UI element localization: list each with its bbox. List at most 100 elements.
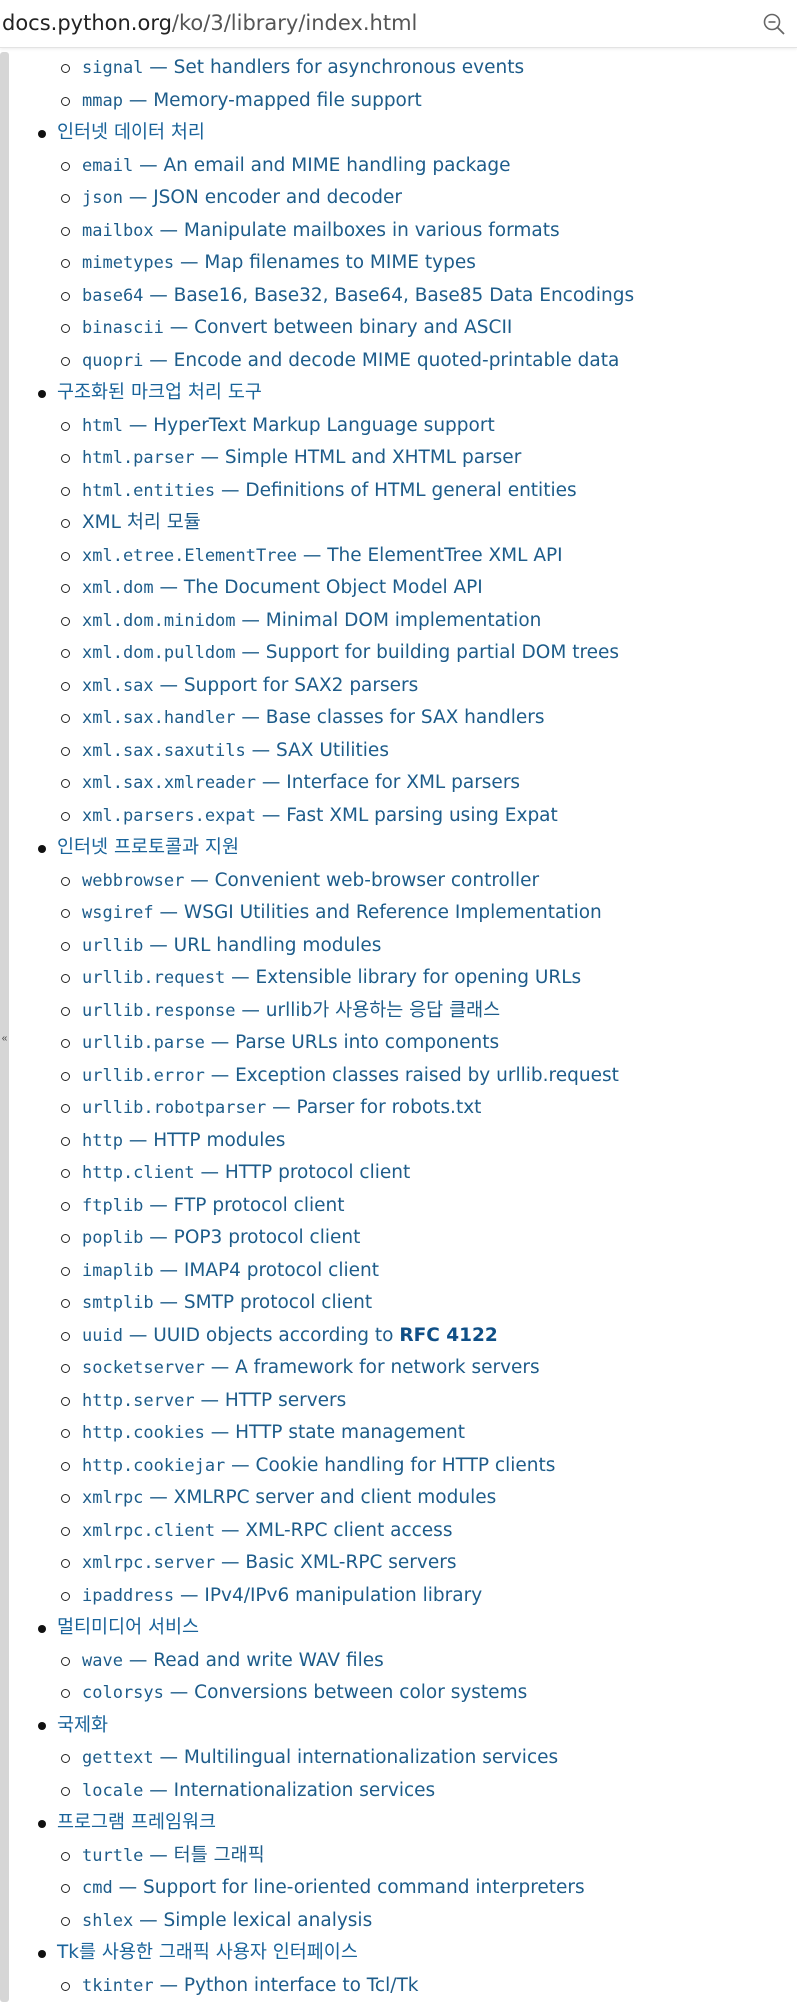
module-link[interactable]: wsgiref — WSGI Utilities and Reference I… (82, 902, 602, 923)
module-item: quopri — Encode and decode MIME quoted-p… (0, 345, 797, 378)
module-link[interactable]: html — HyperText Markup Language support (82, 415, 495, 436)
module-link[interactable]: base64 — Base16, Base32, Base64, Base85 … (82, 285, 634, 306)
module-description: — The ElementTree XML API (296, 544, 563, 566)
module-link[interactable]: XML 처리 모듈 (82, 512, 201, 533)
module-name: xml.etree.ElementTree (82, 545, 297, 566)
module-link[interactable]: poplib — POP3 protocol client (82, 1227, 360, 1248)
module-description: — Extensible library for opening URLs (225, 967, 582, 988)
module-link[interactable]: urllib.parse — Parse URLs into component… (82, 1032, 499, 1053)
module-description: — Parse URLs into components (204, 1032, 500, 1053)
module-link[interactable]: smtplib — SMTP protocol client (82, 1292, 372, 1313)
module-name: html.entities (82, 480, 216, 501)
module-link[interactable]: gettext — Multilingual internationalizat… (82, 1747, 558, 1768)
circle-bullet-icon (61, 909, 70, 918)
category-link[interactable]: 국제화 (57, 1715, 108, 1736)
category-link[interactable]: 인터넷 프로토콜과 지원 (57, 837, 239, 858)
module-link[interactable]: xml.etree.ElementTree — The ElementTree … (82, 545, 563, 566)
circle-bullet-icon (61, 941, 70, 951)
module-name: xml.dom (82, 578, 154, 598)
module-description: — The Document Object Model API (153, 577, 483, 598)
module-link[interactable]: mailbox — Manipulate mailboxes in variou… (82, 220, 560, 241)
address-bar[interactable]: docs.python.org/ko/3/library/index.html (0, 0, 797, 48)
module-description: — Interface for XML parsers (256, 772, 521, 793)
module-item: uuid — UUID objects according to RFC 412… (0, 1320, 797, 1353)
module-link[interactable]: imaplib — IMAP4 protocol client (82, 1260, 379, 1281)
module-link[interactable]: colorsys — Conversions between color sys… (82, 1682, 527, 1703)
module-link[interactable]: html.parser — Simple HTML and XHTML pars… (82, 447, 521, 468)
module-link[interactable]: http.server — HTTP servers (82, 1390, 346, 1411)
category-link[interactable]: 구조화된 마크업 처리 도구 (57, 382, 262, 403)
module-link[interactable]: urllib.error — Exception classes raised … (82, 1065, 619, 1086)
module-link[interactable]: quopri — Encode and decode MIME quoted-p… (82, 350, 619, 371)
module-link[interactable]: json — JSON encoder and decoder (82, 187, 402, 208)
module-link[interactable]: webbrowser — Convenient web-browser cont… (82, 870, 539, 891)
module-link[interactable]: cmd — Support for line-oriented command … (82, 1877, 585, 1898)
module-name: poplib (82, 1228, 144, 1248)
module-link[interactable]: xml.sax.xmlreader — Interface for XML pa… (82, 772, 520, 793)
category-link[interactable]: 인터넷 데이터 처리 (57, 122, 205, 143)
module-item: cmd — Support for line-oriented command … (0, 1872, 797, 1905)
module-link[interactable]: http — HTTP modules (82, 1130, 285, 1151)
toc-section: Tk를 사용한 그래픽 사용자 인터페이스 tkinter — Python in… (0, 1937, 797, 2002)
category-link[interactable]: Tk를 사용한 그래픽 사용자 인터페이스 (57, 1942, 358, 1963)
module-link[interactable]: xmlrpc.client — XML-RPC client access (82, 1520, 452, 1541)
module-link[interactable]: ipaddress — IPv4/IPv6 manipulation libra… (82, 1585, 482, 1606)
module-link[interactable]: urllib — URL handling modules (82, 935, 381, 956)
module-item: http.cookies — HTTP state management (0, 1417, 797, 1450)
module-link[interactable]: mimetypes — Map filenames to MIME types (82, 252, 476, 273)
module-link[interactable]: mmap — Memory-mapped file support (82, 90, 422, 111)
zoom-out-icon[interactable] (761, 11, 787, 37)
module-item: gettext — Multilingual internationalizat… (0, 1742, 797, 1775)
module-description: — HTTP protocol client (194, 1162, 411, 1183)
module-link[interactable]: xml.dom — The Document Object Model API (82, 577, 483, 598)
module-link[interactable]: urllib.response — urllib가 사용하는 응답 클래스 (82, 1000, 500, 1021)
module-link[interactable]: locale — Internationalization services (82, 1780, 435, 1801)
url-text[interactable]: docs.python.org/ko/3/library/index.html (2, 11, 417, 35)
module-link[interactable]: xml.sax.handler — Base classes for SAX h… (82, 707, 544, 728)
module-name: mmap (82, 90, 123, 111)
module-link[interactable]: ftplib — FTP protocol client (82, 1195, 345, 1216)
module-item: html — HyperText Markup Language support (0, 410, 797, 443)
module-item: xml.dom.minidom — Minimal DOM implementa… (0, 605, 797, 638)
module-item: http.cookiejar — Cookie handling for HTT… (0, 1450, 797, 1483)
library-toc: signal — Set handlers for asynchronous e… (0, 52, 797, 2002)
module-link[interactable]: xml.dom.pulldom — Support for building p… (82, 642, 619, 663)
module-link[interactable]: http.cookiejar — Cookie handling for HTT… (82, 1455, 555, 1476)
module-name: webbrowser (82, 870, 185, 891)
module-name: xmlrpc.client (82, 1520, 216, 1541)
module-link[interactable]: wave — Read and write WAV files (82, 1650, 384, 1671)
circle-bullet-icon (61, 1071, 70, 1081)
module-link[interactable]: http.cookies — HTTP state management (82, 1422, 465, 1443)
module-link[interactable]: xml.sax.saxutils — SAX Utilities (82, 740, 389, 761)
toc-section: 구조화된 마크업 처리 도구 html — HyperText Markup La… (0, 377, 797, 832)
module-link[interactable]: xmlrpc.server — Basic XML-RPC servers (82, 1552, 456, 1573)
module-link[interactable]: urllib.robotparser — Parser for robots.t… (82, 1097, 481, 1118)
module-link[interactable]: xml.sax — Support for SAX2 parsers (82, 675, 418, 696)
module-link[interactable]: urllib.request — Extensible library for … (82, 967, 581, 988)
circle-bullet-icon (61, 486, 70, 496)
module-description: — Base classes for SAX handlers (235, 707, 545, 728)
module-link[interactable]: shlex — Simple lexical analysis (82, 1910, 372, 1931)
category-link[interactable]: 프로그램 프레임워크 (57, 1812, 216, 1833)
toc-section: 프로그램 프레임워크 turtle — 터틀 그래픽 cmd — Support f… (0, 1807, 797, 1937)
module-link[interactable]: http.client — HTTP protocol client (82, 1162, 410, 1183)
module-link[interactable]: turtle — 터틀 그래픽 (82, 1845, 265, 1866)
rfc-link[interactable]: RFC 4122 (399, 1325, 497, 1346)
module-name: json (82, 188, 123, 208)
module-link[interactable]: binascii — Convert between binary and AS… (82, 317, 512, 338)
module-link[interactable]: email — An email and MIME handling packa… (82, 155, 511, 176)
module-link[interactable]: xml.dom.minidom — Minimal DOM implementa… (82, 610, 541, 631)
module-link[interactable]: uuid — UUID objects according to (82, 1325, 399, 1346)
module-link[interactable]: xmlrpc — XMLRPC server and client module… (82, 1487, 496, 1508)
module-name: html (82, 415, 123, 436)
module-link[interactable]: socketserver — A framework for network s… (82, 1357, 540, 1378)
module-description: — urllib가 사용하는 응답 클래스 (235, 999, 501, 1021)
module-link[interactable]: xml.parsers.expat — Fast XML parsing usi… (82, 805, 558, 826)
module-link[interactable]: html.entities — Definitions of HTML gene… (82, 480, 577, 501)
module-link[interactable]: tkinter — Python interface to Tcl/Tk (82, 1975, 418, 1996)
module-link[interactable]: signal — Set handlers for asynchronous e… (82, 57, 524, 78)
category-link[interactable]: 멀티미디어 서비스 (57, 1617, 199, 1638)
module-name: http.cookies (82, 1423, 205, 1443)
module-description: — Simple HTML and XHTML parser (194, 447, 522, 468)
module-item: base64 — Base16, Base32, Base64, Base85 … (0, 280, 797, 313)
